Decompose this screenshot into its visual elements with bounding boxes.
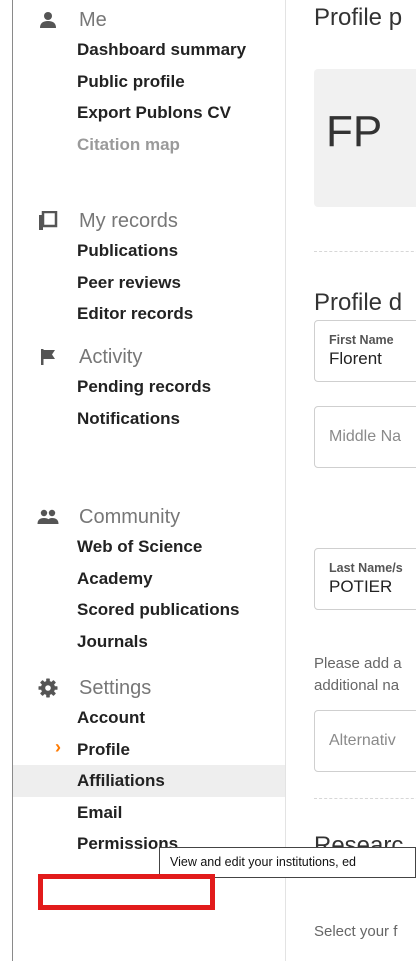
section-community-header: Community <box>13 503 285 531</box>
help-line-1: Please add a <box>314 655 402 672</box>
section-activity: Activity Pending records Notifications <box>13 343 285 434</box>
sidebar-item-profile[interactable]: Profile <box>13 734 285 766</box>
first-name-field[interactable]: First Name Florent <box>314 320 416 382</box>
sidebar-item-email[interactable]: Email <box>13 797 285 829</box>
person-icon <box>37 9 59 31</box>
middle-name-placeholder: Middle Na <box>329 428 402 445</box>
select-instruction: Select your f <box>314 923 398 940</box>
help-line-2: additional na <box>314 677 400 694</box>
chevron-right-icon: › <box>55 736 61 757</box>
sidebar-item-profile-row: › Profile <box>13 734 285 766</box>
section-settings: Settings Account › Profile Affiliations … <box>13 674 285 860</box>
sidebar-item-public-profile[interactable]: Public profile <box>13 66 285 98</box>
alternative-names-help: Please add a additional na <box>314 653 416 697</box>
group-icon <box>37 506 59 528</box>
sidebar-nav: Me Dashboard summary Public profile Expo… <box>13 0 285 961</box>
sidebar-item-notifications[interactable]: Notifications <box>13 403 285 435</box>
section-community-label: Community <box>79 505 181 528</box>
sidebar-item-account[interactable]: Account <box>13 702 285 734</box>
section-activity-header: Activity <box>13 343 285 371</box>
sidebar-item-affiliations[interactable]: Affiliations <box>13 765 285 797</box>
avatar[interactable]: FP <box>314 69 416 207</box>
sidebar-item-dashboard-summary[interactable]: Dashboard summary <box>13 34 285 66</box>
sidebar-item-editor-records[interactable]: Editor records <box>13 298 285 330</box>
sidebar-item-pending-records[interactable]: Pending records <box>13 371 285 403</box>
sidebar-item-scored-publications[interactable]: Scored publications <box>13 594 285 626</box>
profile-details-title: Profile d <box>314 289 403 316</box>
alternative-names-placeholder: Alternativ <box>329 732 396 749</box>
last-name-value: POTIER <box>329 577 393 596</box>
section-me-label: Me <box>79 8 107 31</box>
section-community: Community Web of Science Academy Scored … <box>13 503 285 657</box>
sidebar-item-academy[interactable]: Academy <box>13 563 285 595</box>
gear-icon <box>37 677 59 699</box>
avatar-initials: FP <box>326 107 383 156</box>
alternative-names-field[interactable]: Alternativ <box>314 710 416 772</box>
permissions-highlight-box <box>38 874 215 910</box>
section-settings-header: Settings <box>13 674 285 702</box>
flag-icon <box>37 346 59 368</box>
section-activity-label: Activity <box>79 345 143 368</box>
section-me: Me Dashboard summary Public profile Expo… <box>13 6 285 160</box>
section-records: My records Publications Peer reviews Edi… <box>13 207 285 330</box>
first-name-value: Florent <box>329 349 382 368</box>
section-me-header: Me <box>13 6 285 34</box>
divider <box>314 251 416 252</box>
sidebar-item-journals[interactable]: Journals <box>13 626 285 658</box>
divider <box>314 798 416 799</box>
section-records-label: My records <box>79 209 178 232</box>
last-name-field[interactable]: Last Name/s POTIER <box>314 548 416 610</box>
sidebar-item-publications[interactable]: Publications <box>13 235 285 267</box>
last-name-label: Last Name/s <box>329 561 403 575</box>
main-content: Profile p FP Profile d First Name Floren… <box>286 0 416 961</box>
first-name-label: First Name <box>329 333 394 347</box>
sidebar-item-web-of-science[interactable]: Web of Science <box>13 531 285 563</box>
middle-name-field[interactable]: Middle Na <box>314 406 416 468</box>
profile-photo-title: Profile p <box>314 4 403 31</box>
section-settings-label: Settings <box>79 676 152 699</box>
copy-records-icon <box>37 210 59 232</box>
sidebar-item-export-cv[interactable]: Export Publons CV <box>13 97 285 129</box>
sidebar-item-citation-map: Citation map <box>77 134 180 154</box>
section-records-header: My records <box>13 207 285 235</box>
sidebar-item-peer-reviews[interactable]: Peer reviews <box>13 267 285 299</box>
